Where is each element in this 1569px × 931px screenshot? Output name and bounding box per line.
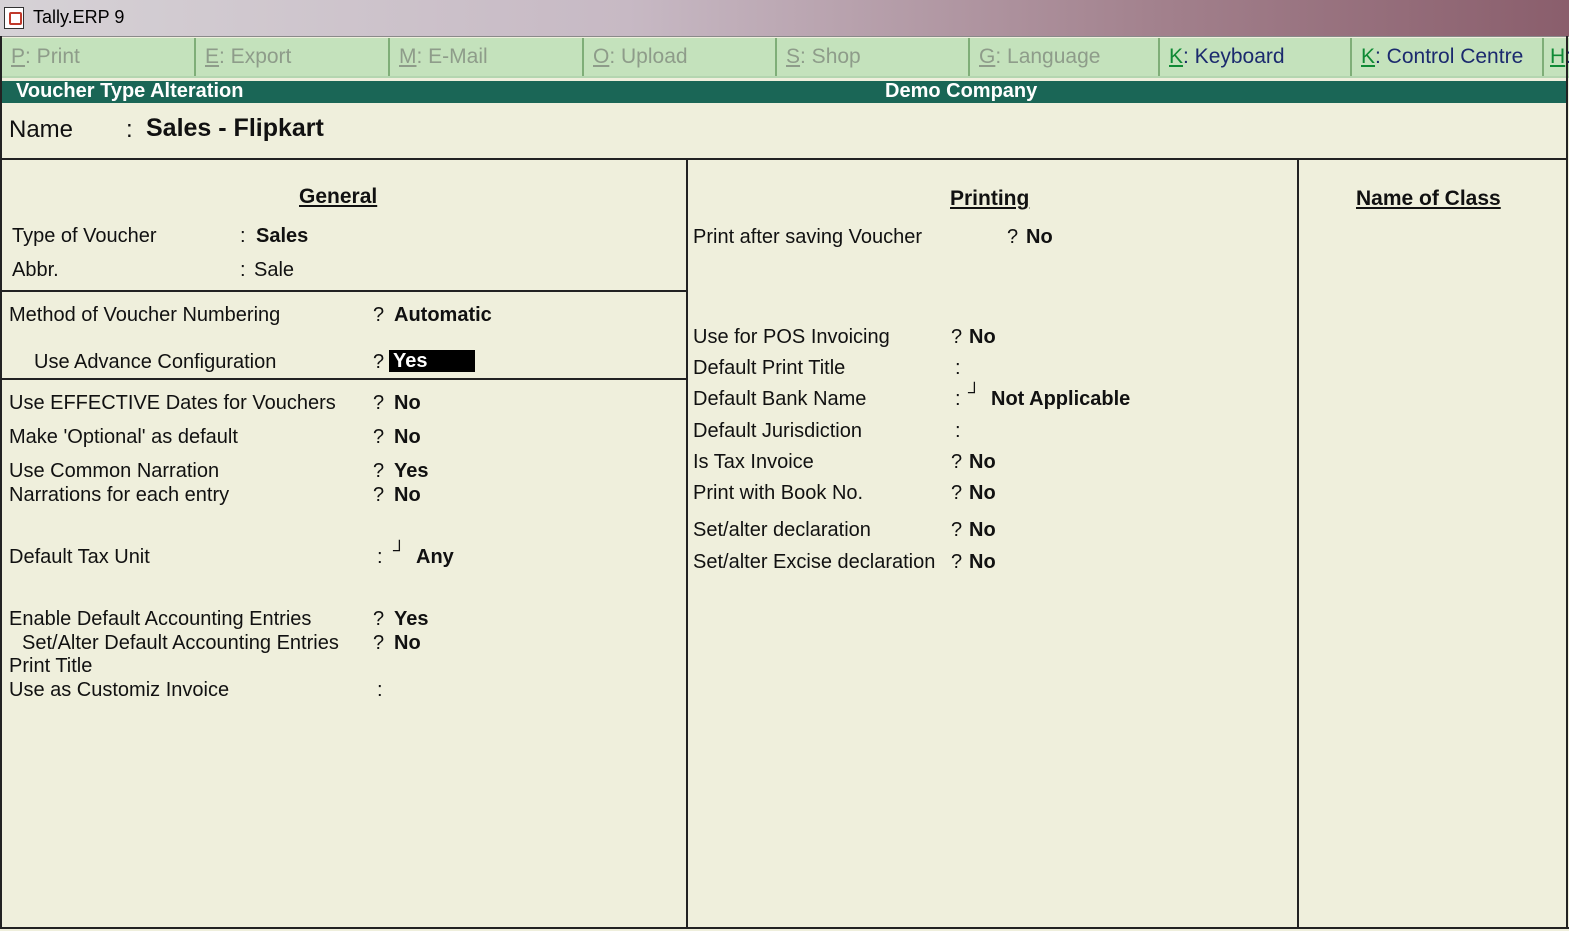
separator: : xyxy=(377,679,383,701)
customiz-invoice-label: Use as Customiz Invoice xyxy=(9,679,230,701)
separator: ? xyxy=(1007,226,1019,248)
method-numbering-value[interactable]: Automatic xyxy=(394,304,492,327)
separator: ? xyxy=(951,551,963,573)
default-jurisdiction-label: Default Jurisdiction xyxy=(693,420,862,442)
effective-dates-label: Use EFFECTIVE Dates for Vouchers xyxy=(9,392,336,414)
separator: : xyxy=(240,259,246,281)
separator: ? xyxy=(373,304,385,326)
divider xyxy=(1297,158,1299,928)
name-separator: : xyxy=(126,116,133,143)
separator: : xyxy=(955,388,961,410)
set-alter-default-acc-value[interactable]: No xyxy=(394,632,421,655)
keyboard-button[interactable]: K: Keyboard xyxy=(1160,38,1352,76)
separator: ? xyxy=(373,460,385,482)
optional-default-label: Make 'Optional' as default xyxy=(9,426,238,448)
name-of-class-heading: Name of Class xyxy=(1356,187,1501,210)
button-bar: P: Print E: Export M: E-Mail O: Upload S… xyxy=(0,38,1569,78)
divider xyxy=(2,158,1567,160)
default-bank-name-value[interactable]: Not Applicable xyxy=(991,388,1130,411)
default-bank-name-label: Default Bank Name xyxy=(693,388,867,410)
common-narration-label: Use Common Narration xyxy=(9,460,220,482)
separator: ? xyxy=(373,351,385,373)
abbr-value[interactable]: Sale xyxy=(254,259,294,282)
divider xyxy=(2,378,687,380)
divider xyxy=(2,290,687,292)
separator: : xyxy=(955,357,961,379)
is-tax-invoice-value[interactable]: No xyxy=(969,451,996,474)
company-name: Demo Company xyxy=(885,80,1038,102)
print-title-label: Print Title xyxy=(9,655,93,677)
abbr-label: Abbr. xyxy=(12,259,59,281)
separator: : xyxy=(955,420,961,442)
language-button[interactable]: G: Language xyxy=(970,38,1160,76)
separator: ? xyxy=(951,326,963,348)
screen-title: Voucher Type Alteration xyxy=(16,80,244,102)
common-narration-value[interactable]: Yes xyxy=(394,460,428,483)
print-book-no-label: Print with Book No. xyxy=(693,482,864,504)
default-tax-unit-value[interactable]: Any xyxy=(416,546,454,569)
email-button[interactable]: M: E-Mail xyxy=(390,38,584,76)
window-title-bar: Tally.ERP 9 xyxy=(0,0,1569,37)
window-title: Tally.ERP 9 xyxy=(33,7,125,27)
control-centre-button[interactable]: K: Control Centre xyxy=(1352,38,1544,76)
type-of-voucher-value[interactable]: Sales xyxy=(256,225,308,248)
advance-config-label: Use Advance Configuration xyxy=(34,351,277,373)
print-after-saving-label: Print after saving Voucher xyxy=(693,226,923,248)
pos-invoicing-value[interactable]: No xyxy=(969,326,996,349)
separator: ? xyxy=(373,484,385,506)
set-alter-excise-label: Set/alter Excise declaration xyxy=(693,551,936,573)
set-alter-declaration-label: Set/alter declaration xyxy=(693,519,871,541)
advance-config-value[interactable]: Yes xyxy=(389,350,475,372)
separator: ? xyxy=(951,482,963,504)
method-numbering-label: Method of Voucher Numbering xyxy=(9,304,281,326)
print-book-no-value[interactable]: No xyxy=(969,482,996,505)
screen-header: Voucher Type Alteration Demo Company xyxy=(2,80,1567,103)
upload-button[interactable]: O: Upload xyxy=(584,38,777,76)
separator: ? xyxy=(373,426,385,448)
set-alter-declaration-value[interactable]: No xyxy=(969,519,996,542)
divider xyxy=(1566,36,1568,929)
divider xyxy=(686,158,688,928)
name-label: Name xyxy=(9,116,74,143)
general-heading: General xyxy=(299,185,378,208)
effective-dates-value[interactable]: No xyxy=(394,392,421,415)
type-of-voucher-label: Type of Voucher xyxy=(12,225,157,247)
enable-default-acc-value[interactable]: Yes xyxy=(394,608,428,631)
name-field[interactable]: Sales - Flipkart xyxy=(146,114,324,143)
narration-each-label: Narrations for each entry xyxy=(9,484,230,506)
enable-default-acc-label: Enable Default Accounting Entries xyxy=(9,608,312,630)
printing-heading: Printing xyxy=(950,187,1030,210)
optional-default-value[interactable]: No xyxy=(394,426,421,449)
set-alter-excise-value[interactable]: No xyxy=(969,551,996,574)
separator: ? xyxy=(373,632,385,654)
list-marker-icon: ┘ xyxy=(968,382,981,402)
tally-icon[interactable] xyxy=(4,7,24,29)
separator: : xyxy=(377,546,383,568)
separator: ? xyxy=(373,392,385,414)
separator: ? xyxy=(373,608,385,630)
print-after-saving-value[interactable]: No xyxy=(1026,226,1053,249)
divider xyxy=(0,36,2,929)
list-marker-icon: ┘ xyxy=(393,540,406,560)
is-tax-invoice-label: Is Tax Invoice xyxy=(693,451,814,473)
separator: ? xyxy=(951,519,963,541)
print-button[interactable]: P: Print xyxy=(2,38,196,76)
default-print-title-label: Default Print Title xyxy=(693,357,846,379)
pos-invoicing-label: Use for POS Invoicing xyxy=(693,326,890,348)
shop-button[interactable]: S: Shop xyxy=(777,38,970,76)
separator: : xyxy=(240,225,246,247)
divider xyxy=(0,927,1569,929)
separator: ? xyxy=(951,451,963,473)
set-alter-default-acc-label: Set/Alter Default Accounting Entries xyxy=(22,632,339,654)
default-tax-unit-label: Default Tax Unit xyxy=(9,546,150,568)
narration-each-value[interactable]: No xyxy=(394,484,421,507)
export-button[interactable]: E: Export xyxy=(196,38,390,76)
